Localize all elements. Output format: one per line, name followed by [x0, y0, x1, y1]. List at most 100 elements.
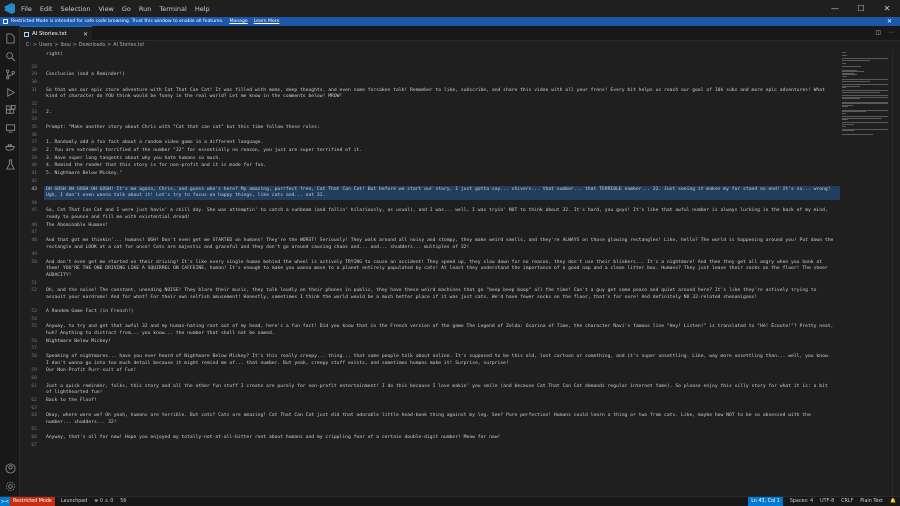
- line-number: 49: [31, 252, 37, 258]
- docker-icon[interactable]: [4, 140, 16, 152]
- line-number: 59: [31, 368, 37, 374]
- line-text: Oh, and the noise! The constant, unendin…: [46, 288, 817, 300]
- breadcrumb-users[interactable]: Users: [39, 43, 52, 48]
- menu-edit[interactable]: Edit: [40, 5, 53, 13]
- line-ending[interactable]: CRLF: [841, 499, 853, 504]
- minimap-line: [842, 125, 846, 127]
- text-editor[interactable]: right) 28 29 Conclusion (and a Reminder!) 30…: [20, 50, 840, 496]
- explorer-icon[interactable]: [4, 32, 16, 44]
- line-number: 60: [31, 375, 37, 381]
- restricted-mode-banner: Restricted Mode is intended for safe cod…: [0, 17, 900, 26]
- menu-terminal[interactable]: Terminal: [159, 5, 186, 13]
- minimize-button[interactable]: —: [822, 0, 848, 17]
- search-icon[interactable]: [4, 50, 16, 62]
- cursor-position[interactable]: Ln 43, Col 1: [748, 496, 783, 506]
- minimap-line: [842, 133, 874, 135]
- line-number: 42: [31, 178, 37, 184]
- vscode-window: File Edit Selection View Go Run Terminal…: [0, 0, 900, 506]
- line-text: Our Non-Profit Purr-suit of Fun!: [46, 368, 137, 374]
- line-number: 39: [31, 155, 37, 161]
- close-banner-icon[interactable]: ✕: [887, 18, 892, 25]
- line-number: 64: [31, 413, 37, 419]
- minimap-line: [842, 52, 846, 53]
- line-number: 55: [31, 324, 37, 330]
- language-mode[interactable]: Plain Text: [860, 499, 883, 504]
- line-number: 51: [31, 280, 37, 286]
- line-text: The Abominable Humans!: [46, 222, 109, 228]
- line-number: 54: [31, 316, 37, 322]
- menu-view[interactable]: View: [98, 5, 113, 13]
- line-number: 32: [31, 101, 37, 107]
- activity-bar: [0, 26, 20, 496]
- breadcrumb-separator: >: [32, 43, 37, 48]
- settings-gear-icon[interactable]: [4, 480, 16, 492]
- minimap-line: [842, 87, 847, 89]
- editor-tabs: AI Stories.txt ✕ ◫ ⋯: [20, 26, 900, 41]
- line-number: 57: [31, 346, 37, 352]
- extensions-icon[interactable]: [4, 104, 16, 116]
- run-debug-icon[interactable]: [4, 86, 16, 98]
- line-number: 29: [31, 72, 37, 78]
- line-number: 30: [31, 79, 37, 85]
- line-number: 61: [31, 383, 37, 389]
- close-window-button[interactable]: ✕: [874, 0, 900, 17]
- line-text: A Random Game Fact (in French!): [46, 309, 134, 314]
- split-editor-icon[interactable]: ◫: [875, 29, 881, 36]
- tab-ai-stories[interactable]: AI Stories.txt ✕: [20, 26, 92, 41]
- line-number: 31: [31, 87, 37, 93]
- minimap-line: [842, 112, 847, 114]
- restricted-mode-indicator[interactable]: Restricted Mode: [10, 496, 55, 506]
- line-text: Back to the Floof!: [46, 397, 97, 403]
- manage-link[interactable]: Manage: [229, 19, 247, 24]
- launchpad-item[interactable]: Launchpad: [61, 499, 87, 504]
- source-control-icon[interactable]: [4, 68, 16, 80]
- breadcrumb-downloads[interactable]: Downloads: [79, 43, 105, 48]
- learn-more-link[interactable]: Learn More: [254, 19, 280, 24]
- notifications-bell-icon[interactable]: 🔔: [890, 499, 896, 504]
- menu-bar: File Edit Selection View Go Run Terminal…: [21, 5, 210, 13]
- breadcrumb: C: > Users > lbou > Downloads > AI Stori…: [20, 41, 900, 50]
- window-controls: — ☐ ✕: [822, 0, 900, 17]
- line-number: 48: [31, 238, 37, 243]
- indentation[interactable]: Spaces: 4: [790, 499, 813, 504]
- problems-indicator[interactable]: ⊗ 0 ⚠ 0: [94, 499, 113, 504]
- line-text: Nightmare Below Mickey!: [46, 338, 111, 344]
- line-number: 45: [31, 208, 37, 214]
- minimap-line: [842, 119, 849, 121]
- line-text: Prompt: "Make another story about Chris …: [46, 124, 320, 130]
- remote-indicator[interactable]: ><: [0, 496, 10, 506]
- line-number: 28: [31, 64, 37, 70]
- line-number: 46: [31, 222, 37, 228]
- minimap-line: [842, 66, 861, 68]
- minimap[interactable]: [840, 50, 892, 496]
- encoding[interactable]: UTF-8: [820, 499, 834, 504]
- line-number: 53: [31, 309, 37, 314]
- menu-run[interactable]: Run: [139, 5, 151, 13]
- account-icon[interactable]: [4, 462, 16, 474]
- menu-file[interactable]: File: [21, 5, 32, 13]
- line-text: And don't even get me started on their d…: [46, 259, 828, 278]
- remote-explorer-icon[interactable]: [4, 122, 16, 134]
- minimap-line: [842, 60, 871, 61]
- minimap-line: [842, 106, 849, 108]
- testing-icon[interactable]: [4, 158, 16, 170]
- menu-go[interactable]: Go: [122, 5, 131, 13]
- breadcrumb-drive[interactable]: C:: [26, 43, 31, 48]
- maximize-button[interactable]: ☐: [848, 0, 874, 17]
- breadcrumb-separator: >: [107, 43, 112, 48]
- ports-indicator[interactable]: 56: [120, 499, 126, 504]
- line-number: 66: [31, 435, 37, 441]
- line-number: 47: [31, 230, 37, 236]
- close-tab-icon[interactable]: ✕: [83, 31, 88, 38]
- menu-selection[interactable]: Selection: [60, 5, 90, 13]
- line-text: right): [46, 52, 63, 57]
- menu-help[interactable]: Help: [195, 5, 210, 13]
- more-actions-icon[interactable]: ⋯: [888, 29, 894, 36]
- line-number: 40: [31, 163, 37, 169]
- line-number: 67: [31, 442, 37, 448]
- breadcrumb-file[interactable]: AI Stories.txt: [113, 43, 144, 48]
- line-number: 63: [31, 405, 37, 411]
- breadcrumb-user[interactable]: lbou: [60, 43, 70, 48]
- banner-text: Restricted Mode is intended for safe cod…: [11, 19, 224, 24]
- vertical-scrollbar[interactable]: [892, 50, 900, 496]
